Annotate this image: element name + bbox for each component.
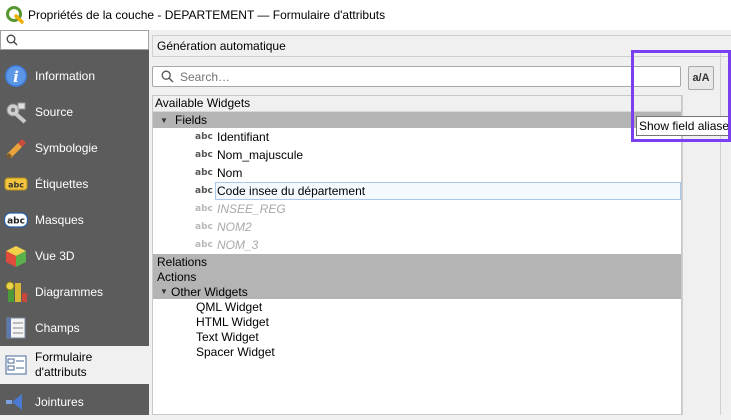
svg-text:abc: abc	[8, 181, 24, 190]
field-name: INSEE_REG	[217, 202, 286, 216]
source-icon	[4, 100, 28, 124]
field-row-disabled[interactable]: abc NOM_3	[153, 236, 681, 254]
sidebar-item-label: Information	[35, 69, 96, 83]
available-widgets-tree[interactable]: Available Widgets ▼ Fields abc Identifia…	[152, 95, 682, 415]
generation-mode-label: Génération automatique	[157, 39, 286, 53]
sidebar-item-labels[interactable]: abc Étiquettes	[0, 166, 149, 202]
sidebar-item-label: Vue 3D	[35, 249, 75, 263]
group-label: Other Widgets	[171, 284, 248, 299]
collapse-arrow-icon[interactable]: ▼	[157, 287, 171, 296]
svg-text:i: i	[13, 68, 19, 86]
label-line-1: Formulaire	[35, 350, 93, 364]
sidebar-search-input[interactable]	[0, 30, 149, 50]
tree-header: Available Widgets	[153, 96, 681, 112]
field-row[interactable]: abc Nom_majuscule	[153, 146, 681, 164]
field-row-hovered[interactable]: abc Code insee du département	[153, 182, 681, 200]
search-input[interactable]	[180, 69, 660, 84]
sidebar-item-label: Symbologie	[35, 141, 98, 155]
sidebar-item-label: Champs	[35, 321, 80, 335]
field-row-disabled[interactable]: abc INSEE_REG	[153, 200, 681, 218]
sidebar-item-label: Jointures	[35, 395, 84, 409]
field-name: NOM2	[217, 220, 252, 234]
tree-group-relations[interactable]: Relations	[153, 254, 681, 269]
group-label: Actions	[157, 269, 197, 284]
widget-row[interactable]: Spacer Widget	[153, 344, 681, 359]
group-label: Fields	[175, 113, 208, 127]
group-label: Relations	[157, 254, 208, 269]
sidebar-item-fields[interactable]: Champs	[0, 310, 149, 346]
sidebar-item-diagrams[interactable]: Diagrammes	[0, 274, 149, 310]
attributes-form-icon	[4, 353, 28, 377]
field-name: Code insee du département	[217, 184, 366, 198]
labels-icon: abc	[4, 172, 28, 196]
sidebar-item-source[interactable]: Source	[0, 94, 149, 130]
text-field-icon: abc	[195, 240, 213, 250]
symbology-icon	[4, 136, 28, 160]
collapse-arrow-icon[interactable]: ▼	[157, 116, 171, 125]
info-icon: i	[4, 64, 28, 88]
sidebar: i Information Source Symbologie abc Étiq…	[0, 30, 149, 415]
text-field-icon: abc	[195, 222, 213, 232]
field-name: Identifiant	[217, 130, 270, 144]
widget-row[interactable]: QML Widget	[153, 299, 681, 314]
annotation-highlight-box	[631, 50, 731, 142]
masks-icon: abc	[4, 208, 28, 232]
tree-group-other-widgets[interactable]: ▼ Other Widgets	[153, 284, 681, 299]
svg-text:abc: abc	[7, 217, 25, 227]
tree-group-actions[interactable]: Actions	[153, 269, 681, 284]
widget-row[interactable]: HTML Widget	[153, 314, 681, 329]
sidebar-item-information[interactable]: i Information	[0, 58, 149, 94]
sidebar-item-label: Masques	[35, 213, 84, 227]
sidebar-item-3d-view[interactable]: Vue 3D	[0, 238, 149, 274]
sidebar-item-label: Formulaire d'attributs	[35, 350, 92, 380]
text-field-icon: abc	[195, 132, 213, 142]
field-row[interactable]: abc Nom	[153, 164, 681, 182]
widget-search-box[interactable]	[152, 66, 681, 87]
text-field-icon: abc	[195, 204, 213, 214]
search-icon	[161, 70, 174, 83]
main-panel: Génération automatique a/A Available Wid…	[149, 30, 731, 415]
diagrams-icon	[4, 280, 28, 304]
title-bar: Propriétés de la couche - DEPARTEMENT — …	[0, 0, 731, 30]
tree-group-fields[interactable]: ▼ Fields	[153, 112, 681, 128]
sidebar-item-symbology[interactable]: Symbologie	[0, 130, 149, 166]
3d-view-icon	[4, 244, 28, 268]
qgis-logo-icon	[6, 6, 24, 24]
window-title: Propriétés de la couche - DEPARTEMENT — …	[28, 8, 386, 22]
field-name: Nom_majuscule	[217, 148, 304, 162]
text-field-icon: abc	[195, 168, 213, 178]
divider	[682, 95, 683, 415]
widget-row[interactable]: Text Widget	[153, 329, 681, 344]
field-row[interactable]: abc Identifiant	[153, 128, 681, 146]
sidebar-item-masks[interactable]: abc Masques	[0, 202, 149, 238]
field-name: Nom	[217, 166, 243, 180]
sidebar-item-label: Source	[35, 105, 74, 119]
fields-icon	[4, 316, 28, 340]
search-icon	[6, 34, 18, 46]
field-name: NOM_3	[217, 238, 259, 252]
field-row-disabled[interactable]: abc NOM2	[153, 218, 681, 236]
text-field-icon: abc	[195, 150, 213, 160]
text-field-icon: abc	[195, 186, 213, 196]
sidebar-item-label: Étiquettes	[35, 177, 89, 191]
sidebar-item-attributes-form[interactable]: Formulaire d'attributs	[0, 346, 149, 384]
joins-icon	[4, 390, 28, 414]
sidebar-item-label: Diagrammes	[35, 285, 104, 299]
label-line-2: d'attributs	[35, 365, 87, 379]
